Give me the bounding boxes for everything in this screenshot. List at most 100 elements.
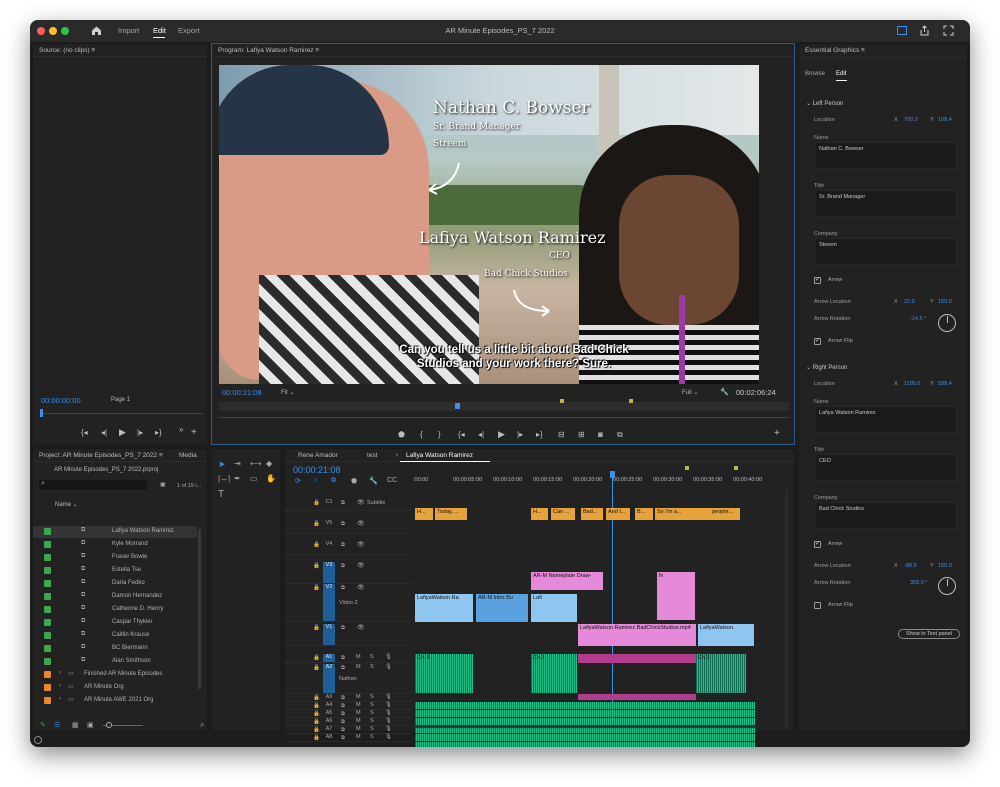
- mute-button[interactable]: M: [356, 702, 361, 708]
- add-marker-icon[interactable]: ⬟: [351, 477, 357, 485]
- mark-out-icon[interactable]: ▸}: [155, 428, 162, 437]
- close-tab-icon[interactable]: ×: [395, 449, 399, 462]
- right-title-field[interactable]: CEO: [815, 454, 957, 481]
- left-arrow-y[interactable]: 159.0: [938, 299, 952, 305]
- sync-lock-icon[interactable]: ⧉: [341, 711, 345, 718]
- sync-lock-icon[interactable]: ⧉: [341, 735, 345, 742]
- snap-icon[interactable]: ∩: [313, 477, 318, 484]
- audio-clip[interactable]: Ch.1: [696, 654, 746, 693]
- lock-icon[interactable]: 🔒: [313, 521, 320, 527]
- program-time-ruler[interactable]: [219, 402, 789, 411]
- video-clip[interactable]: Lafi: [531, 594, 577, 622]
- audio-clip[interactable]: Ch.1: [531, 654, 577, 693]
- more-controls-icon[interactable]: »: [179, 425, 183, 434]
- zoom-slider-handle[interactable]: [106, 722, 112, 728]
- caption-clip[interactable]: So I'm a...: [655, 508, 710, 520]
- rectangle-tool-icon[interactable]: ▭: [250, 474, 258, 483]
- list-view-icon[interactable]: ☰: [54, 721, 60, 729]
- track-target-c1[interactable]: C1: [323, 499, 335, 510]
- mark-in-icon[interactable]: {◂: [81, 428, 88, 437]
- project-folder[interactable]: › ▭ AR Minute Org: [33, 682, 197, 694]
- lock-icon[interactable]: 🔒: [313, 703, 320, 709]
- step-back-icon[interactable]: ◂|: [478, 430, 484, 439]
- caption-clip[interactable]: Can ...: [551, 508, 575, 520]
- video-clip[interactable]: LafiyaWatson.: [698, 624, 754, 646]
- add-button-icon[interactable]: +: [191, 427, 197, 438]
- left-location-x[interactable]: 700.0: [904, 117, 918, 123]
- hand-tool-icon[interactable]: ✋: [266, 474, 276, 483]
- audio-clip[interactable]: Ch. 1: [415, 654, 473, 693]
- sync-lock-icon[interactable]: ⧉: [341, 585, 345, 592]
- wrench-icon[interactable]: 🔧: [369, 477, 378, 485]
- music-audio-clip[interactable]: [415, 702, 755, 709]
- track-select-icon[interactable]: ⇥: [234, 459, 241, 468]
- lift-icon[interactable]: ⊟: [558, 430, 565, 439]
- sync-lock-icon[interactable]: ⧉: [341, 500, 345, 507]
- solo-button[interactable]: S: [370, 664, 374, 670]
- eye-icon[interactable]: 👁: [357, 499, 365, 506]
- quality-select[interactable]: Full ⌄: [682, 389, 698, 396]
- pen-tool-icon[interactable]: ✒: [234, 474, 241, 483]
- solo-button[interactable]: S: [370, 694, 374, 700]
- ripple-edit-icon[interactable]: ⟷: [250, 459, 261, 468]
- program-playhead[interactable]: [455, 403, 460, 409]
- sync-lock-icon[interactable]: ⧉: [341, 719, 345, 726]
- right-name-field[interactable]: Lafiya Watson Ramirez: [815, 406, 957, 433]
- timeline-playhead-handle[interactable]: [610, 471, 615, 478]
- audio-clip[interactable]: [578, 654, 696, 663]
- nest-icon[interactable]: ⟳: [295, 477, 301, 485]
- mute-button[interactable]: M: [356, 654, 361, 660]
- track-target-v1[interactable]: V1: [323, 624, 335, 645]
- chevron-right-icon[interactable]: ›: [59, 670, 61, 676]
- music-audio-clip[interactable]: [415, 742, 755, 747]
- lock-icon[interactable]: 🔒: [313, 563, 320, 569]
- video-clip[interactable]: LafiyaWatson.Ra: [415, 594, 473, 622]
- caption-clip[interactable]: H...: [415, 508, 433, 520]
- sync-lock-icon[interactable]: ⧉: [341, 625, 345, 632]
- solo-button[interactable]: S: [370, 734, 374, 740]
- project-item[interactable]: ⧉ BC Biermann: [33, 643, 197, 655]
- search-icon[interactable]: ⌕: [200, 720, 204, 730]
- add-marker-icon[interactable]: ⬟: [398, 430, 405, 439]
- sync-lock-icon[interactable]: ⧉: [341, 665, 345, 672]
- right-arrow-y[interactable]: 150.0: [938, 563, 952, 569]
- timeline-timecode[interactable]: 00:00:21:08: [293, 465, 341, 475]
- sync-lock-icon[interactable]: ⧉: [341, 703, 345, 710]
- track-target-a4[interactable]: A4: [323, 702, 335, 710]
- left-arrow-x[interactable]: 22.0: [904, 299, 915, 305]
- left-person-section[interactable]: ⌄ Left Person: [806, 100, 843, 107]
- lock-icon[interactable]: 🔒: [313, 735, 320, 741]
- caption-clip[interactable]: Today, ...: [435, 508, 467, 520]
- track-target-v5[interactable]: V5: [323, 520, 335, 533]
- lock-icon[interactable]: 🔒: [313, 500, 320, 506]
- microphone-icon[interactable]: 🎙: [385, 654, 392, 660]
- music-audio-clip[interactable]: [415, 718, 755, 725]
- mute-button[interactable]: M: [356, 726, 361, 732]
- left-arrow-flip-checkbox[interactable]: ✓: [814, 338, 821, 345]
- track-target-v2[interactable]: V2: [323, 584, 335, 621]
- project-folder[interactable]: › ▭ AR Minute AWE 2021 Org: [33, 695, 197, 707]
- lock-icon[interactable]: 🔒: [313, 542, 320, 548]
- lock-icon[interactable]: 🔒: [313, 625, 320, 631]
- audio-clip[interactable]: [578, 694, 696, 700]
- step-back-icon[interactable]: ◂|: [101, 428, 107, 437]
- solo-button[interactable]: S: [370, 654, 374, 660]
- project-item[interactable]: ⧉ Kyle Morrand: [33, 539, 197, 551]
- sync-lock-icon[interactable]: ⧉: [341, 521, 345, 528]
- name-column-header[interactable]: Name ⌄: [55, 501, 78, 508]
- mark-out-icon[interactable]: }: [438, 430, 441, 439]
- project-item[interactable]: ⧉ Damon Hernandez: [33, 591, 197, 603]
- lock-icon[interactable]: 🔒: [313, 719, 320, 725]
- step-forward-icon[interactable]: |▸: [517, 430, 523, 439]
- mute-button[interactable]: M: [356, 718, 361, 724]
- project-scrollbar[interactable]: [198, 529, 201, 689]
- sync-lock-icon[interactable]: ⧉: [341, 695, 345, 702]
- caption-clip[interactable]: Bad...: [581, 508, 603, 520]
- project-search-input[interactable]: ⌕: [39, 480, 147, 490]
- track-target-a2[interactable]: A2: [323, 664, 335, 693]
- caption-clip[interactable]: people...: [710, 508, 740, 520]
- left-company-field[interactable]: Streem: [815, 238, 957, 265]
- project-item[interactable]: ⧉ Alan Smithson: [33, 656, 197, 668]
- eye-icon[interactable]: 👁: [357, 624, 365, 631]
- camera-icon[interactable]: ◙: [598, 430, 603, 439]
